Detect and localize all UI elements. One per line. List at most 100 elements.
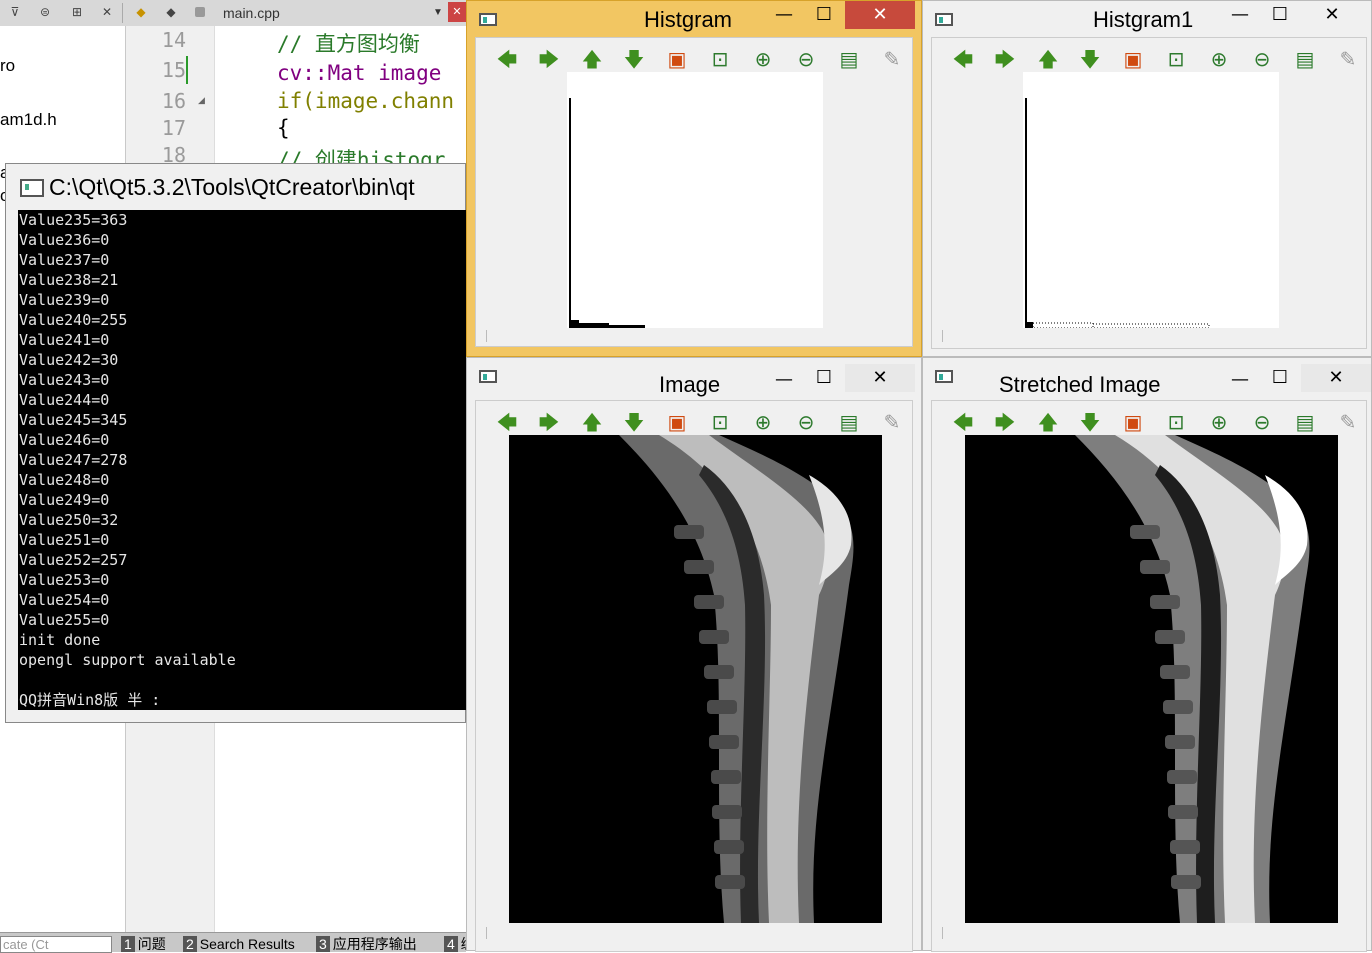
pan-down-icon[interactable]: 🡇 xyxy=(1075,409,1105,435)
tab-search-results[interactable]: 2 Search Results xyxy=(183,936,311,952)
zoom-fit-icon[interactable]: ⊡ xyxy=(705,409,735,435)
nav-forward-icon[interactable]: ◆ xyxy=(162,4,180,20)
zoom-fit-icon[interactable]: ⊡ xyxy=(1161,46,1191,72)
console-line: Value252=257 xyxy=(19,551,128,569)
zoom-original-icon[interactable]: ▣ xyxy=(1118,409,1148,435)
pan-up-icon[interactable]: 🡅 xyxy=(577,409,607,435)
zoom-fit-icon[interactable]: ⊡ xyxy=(1161,409,1191,435)
zoom-out-icon[interactable]: ⊖ xyxy=(1247,46,1277,72)
properties-icon[interactable]: ✎ xyxy=(877,409,907,435)
filter-icon[interactable]: ⊽ xyxy=(6,4,24,20)
console-line: Value254=0 xyxy=(19,591,110,609)
pan-up-icon[interactable]: 🡅 xyxy=(1033,46,1063,72)
console-window: C:\Qt\Qt5.3.2\Tools\QtCreator\bin\qt Val… xyxy=(5,163,466,723)
locator-input[interactable]: cate (Ct xyxy=(0,936,112,953)
image-canvas[interactable] xyxy=(509,435,882,923)
zoom-in-icon[interactable]: ⊕ xyxy=(1204,46,1234,72)
zoom-out-icon[interactable]: ⊖ xyxy=(1247,409,1277,435)
open-file-combo[interactable]: main.cpp ▼ xyxy=(195,4,445,22)
open-file-name: main.cpp xyxy=(223,5,280,21)
save-icon[interactable]: ▤ xyxy=(834,409,864,435)
fold-marker-icon[interactable]: ◢ xyxy=(198,96,205,106)
properties-icon[interactable]: ✎ xyxy=(1333,409,1363,435)
console-line: Value243=0 xyxy=(19,371,110,389)
zoom-in-icon[interactable]: ⊕ xyxy=(1204,409,1234,435)
pan-right-icon[interactable]: 🡆 xyxy=(534,46,564,72)
zoom-out-icon[interactable]: ⊖ xyxy=(791,409,821,435)
console-line: Value241=0 xyxy=(19,331,110,349)
zoom-original-icon[interactable]: ▣ xyxy=(662,409,692,435)
pan-left-icon[interactable]: 🡄 xyxy=(492,409,522,435)
window-titlebar[interactable]: Histgram — ☐ ✕ xyxy=(467,1,921,37)
save-icon[interactable]: ▤ xyxy=(834,46,864,72)
close-button[interactable]: ✕ xyxy=(1309,1,1355,29)
pan-down-icon[interactable]: 🡇 xyxy=(619,46,649,72)
maximize-button[interactable]: ☐ xyxy=(801,1,847,29)
maximize-button[interactable]: ☐ xyxy=(1257,364,1303,392)
pan-left-icon[interactable]: 🡄 xyxy=(948,46,978,72)
close-button[interactable]: ✕ xyxy=(845,364,915,392)
properties-icon[interactable]: ✎ xyxy=(877,46,907,72)
zoom-in-icon[interactable]: ⊕ xyxy=(748,46,778,72)
save-icon[interactable]: ▤ xyxy=(1290,409,1320,435)
pan-down-icon[interactable]: 🡇 xyxy=(619,409,649,435)
window-titlebar[interactable]: Histgram1 — ☐ ✕ xyxy=(923,1,1371,37)
maximize-button[interactable]: ☐ xyxy=(801,364,847,392)
histogram-canvas[interactable] xyxy=(1023,72,1279,328)
tab-compile-output[interactable]: 4编 xyxy=(444,936,466,952)
project-item[interactable]: am1d.h xyxy=(0,110,57,130)
console-line: QQ拼音Win8版 半 : xyxy=(19,691,161,709)
image-window: Image — ☐ ✕ 🡄 🡆 🡅 🡇 ▣ ⊡ ⊕ ⊖ ▤ ✎ xyxy=(466,357,922,952)
pan-right-icon[interactable]: 🡆 xyxy=(534,409,564,435)
histogram-bar xyxy=(609,325,645,328)
maximize-button[interactable]: ☐ xyxy=(1257,1,1303,29)
pan-left-icon[interactable]: 🡄 xyxy=(948,409,978,435)
console-line: Value244=0 xyxy=(19,391,110,409)
pan-left-icon[interactable]: 🡄 xyxy=(492,46,522,72)
save-icon[interactable]: ▤ xyxy=(1290,46,1320,72)
console-titlebar[interactable]: C:\Qt\Qt5.3.2\Tools\QtCreator\bin\qt xyxy=(6,164,465,210)
tab-application-output[interactable]: 3 应用程序输出 xyxy=(316,936,440,952)
zoom-original-icon[interactable]: ▣ xyxy=(1118,46,1148,72)
project-item[interactable]: ro xyxy=(0,56,15,76)
zoom-in-icon[interactable]: ⊕ xyxy=(748,409,778,435)
image-canvas[interactable] xyxy=(965,435,1338,923)
status-strip xyxy=(486,330,487,342)
zoom-original-icon[interactable]: ▣ xyxy=(662,46,692,72)
window-titlebar[interactable]: Stretched Image — ☐ ✕ xyxy=(923,358,1371,397)
close-button[interactable]: ✕ xyxy=(1301,364,1371,392)
nav-back-icon[interactable]: ◆ xyxy=(132,4,150,20)
histogram-plot xyxy=(569,98,645,328)
close-document-button[interactable]: ✕ xyxy=(448,2,466,22)
console-line: Value253=0 xyxy=(19,571,110,589)
line-number: 17 xyxy=(161,116,186,140)
zoom-out-icon[interactable]: ⊖ xyxy=(791,46,821,72)
pan-right-icon[interactable]: 🡆 xyxy=(990,46,1020,72)
console-output[interactable]: Value235=363 Value236=0 Value237=0 Value238… xyxy=(18,210,466,710)
histogram-canvas[interactable] xyxy=(567,72,823,328)
histogram-plot xyxy=(1025,98,1210,328)
console-line: Value248=0 xyxy=(19,471,110,489)
link-icon[interactable]: ⊜ xyxy=(36,4,54,20)
console-line: Value239=0 xyxy=(19,291,110,309)
pan-up-icon[interactable]: 🡅 xyxy=(577,46,607,72)
split-icon[interactable]: ⊞ xyxy=(68,4,86,20)
editor-toolbar: ⊽ ⊜ ⊞ ✕ ◆ ◆ main.cpp ▼ ✕ xyxy=(0,0,466,27)
status-strip xyxy=(942,927,943,939)
zoom-fit-icon[interactable]: ⊡ xyxy=(705,46,735,72)
tab-issues[interactable]: 1 问题 xyxy=(121,936,178,952)
close-button[interactable]: ✕ xyxy=(845,1,915,29)
status-strip xyxy=(942,330,943,342)
close-sidebar-icon[interactable]: ✕ xyxy=(98,4,116,20)
code-line: { xyxy=(277,116,290,140)
pan-right-icon[interactable]: 🡆 xyxy=(990,409,1020,435)
pan-down-icon[interactable]: 🡇 xyxy=(1075,46,1105,72)
window-titlebar[interactable]: Image — ☐ ✕ xyxy=(467,358,921,397)
histgram-window: Histgram — ☐ ✕ 🡄 🡆 🡅 🡇 ▣ ⊡ ⊕ ⊖ ▤ ✎ xyxy=(466,0,922,357)
properties-icon[interactable]: ✎ xyxy=(1333,46,1363,72)
console-title: C:\Qt\Qt5.3.2\Tools\QtCreator\bin\qt xyxy=(49,174,415,200)
window-icon xyxy=(935,13,953,26)
histogram-bar xyxy=(1025,98,1027,328)
pan-up-icon[interactable]: 🡅 xyxy=(1033,409,1063,435)
code-line: cv::Mat image xyxy=(277,61,442,85)
